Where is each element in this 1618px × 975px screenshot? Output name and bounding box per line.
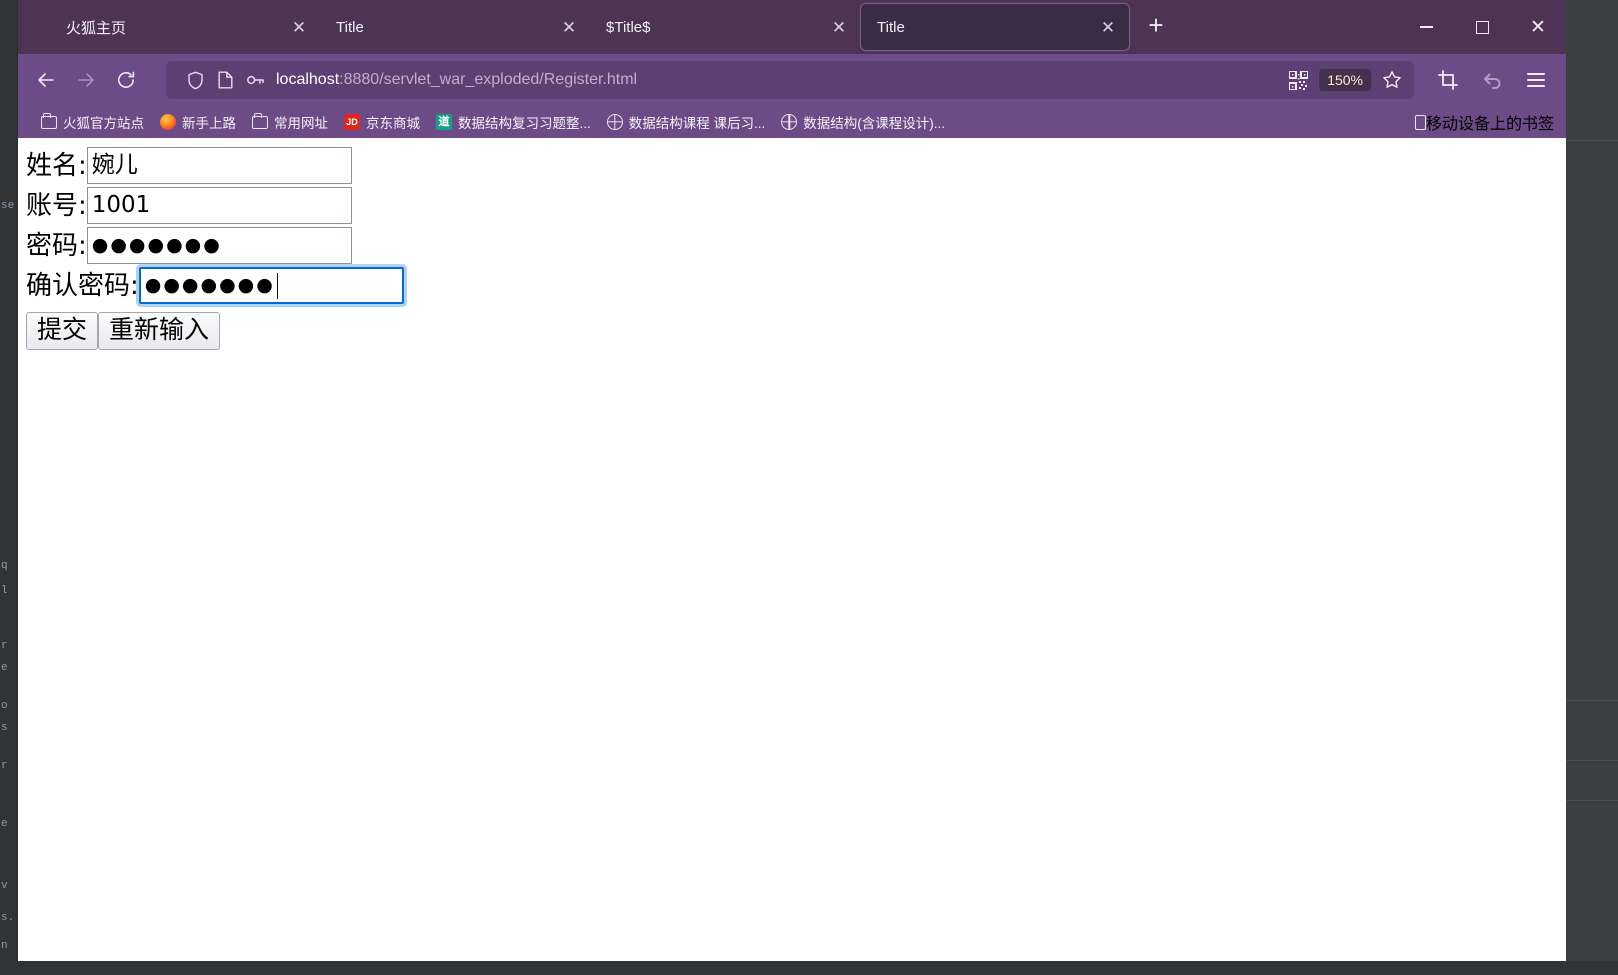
bookmark-label: 新手上路	[182, 116, 236, 131]
globe-icon	[606, 114, 623, 130]
url-text[interactable]: localhost:8880/servlet_war_exploded/Regi…	[276, 71, 1282, 89]
background-taskbar	[0, 961, 1618, 975]
background-ide-right-sliver	[1566, 0, 1618, 975]
phone-icon	[1414, 114, 1426, 130]
tab-firefox-home[interactable]: 火狐主页 ✕	[50, 3, 320, 51]
bookmark-label: 数据结构课程 课后习...	[628, 116, 766, 131]
bookmark-label: 数据结构复习习题整...	[458, 116, 591, 131]
minimize-icon	[1419, 26, 1433, 28]
close-icon[interactable]: ✕	[826, 14, 852, 40]
maximize-button[interactable]	[1454, 0, 1510, 54]
firefox-icon	[160, 114, 176, 130]
bookmark-item-beginner-guide[interactable]: 新手上路	[153, 109, 243, 135]
url-bar[interactable]: localhost:8880/servlet_war_exploded/Regi…	[166, 61, 1414, 99]
page-content: 姓名: 婉儿 账号: 1001 密码: ●●●●●●● 确认密码: ●●●●●●…	[18, 138, 1566, 961]
tab-title: Title	[336, 18, 364, 36]
tab-title: Title	[877, 18, 905, 36]
close-window-button[interactable]: ✕	[1510, 0, 1566, 54]
close-icon[interactable]: ✕	[1095, 14, 1121, 40]
mobile-bookmarks-folder[interactable]: 移动设备上的书签	[1414, 110, 1554, 134]
browser-window: 火狐主页 ✕ Title ✕ $Title$ ✕ Title ✕ + ✕ loc…	[18, 0, 1566, 961]
dao-icon: 道	[436, 114, 452, 130]
undo-button[interactable]	[1470, 62, 1514, 98]
bookmark-item-ds-course[interactable]: 数据结构课程 课后习...	[600, 109, 773, 135]
tab-title-1[interactable]: Title ✕	[320, 3, 590, 51]
jd-icon: JD	[344, 114, 360, 130]
tab-title-active[interactable]: Title ✕	[860, 3, 1130, 51]
background-ide-left-sliver: se q l r e o s r e v s. n	[0, 0, 18, 975]
new-tab-button[interactable]: +	[1136, 5, 1176, 45]
maximize-icon	[1475, 20, 1489, 34]
zoom-level-badge[interactable]: 150%	[1319, 69, 1371, 91]
url-path: :8880/servlet_war_exploded/Register.html	[339, 71, 638, 88]
tab-title: $Title$	[606, 18, 651, 36]
confirm-password-input[interactable]: ●●●●●●●	[138, 267, 404, 304]
qr-code-icon[interactable]	[1282, 65, 1314, 95]
bookmark-item-common-sites[interactable]: 常用网址	[245, 109, 335, 135]
form-row-name: 姓名: 婉儿	[26, 146, 1566, 185]
tab-title: 火狐主页	[66, 19, 127, 37]
forward-button[interactable]	[66, 62, 106, 98]
name-input[interactable]: 婉儿	[86, 147, 352, 184]
lock-key-icon[interactable]	[240, 65, 270, 95]
close-icon: ✕	[1530, 16, 1546, 38]
bookmark-label: 移动设备上的书签	[1425, 116, 1554, 133]
desktop-background: se q l r e o s r e v s. n 火狐主页 ✕ Title ✕…	[0, 0, 1618, 975]
form-row-account: 账号: 1001	[26, 186, 1566, 225]
reset-button[interactable]: 重新输入	[98, 312, 221, 350]
password-input[interactable]: ●●●●●●●	[86, 227, 352, 264]
reload-icon	[118, 71, 135, 88]
back-button[interactable]	[26, 62, 66, 98]
folder-icon	[252, 113, 268, 129]
bookmark-label: 火狐官方站点	[63, 116, 144, 131]
toolbar-extras	[1426, 62, 1558, 98]
text-caret	[276, 272, 279, 299]
form-row-password: 密码: ●●●●●●●	[26, 226, 1566, 265]
forward-arrow-icon	[78, 73, 94, 87]
bookmarks-toolbar: 火狐官方站点 新手上路 常用网址 JD 京东商城 道 数据结构复习习题整... …	[18, 106, 1566, 138]
form-buttons: 提交 重新输入	[26, 312, 1566, 350]
minimize-button[interactable]	[1398, 0, 1454, 54]
back-arrow-icon	[38, 73, 54, 87]
submit-button[interactable]: 提交	[26, 312, 99, 350]
shield-icon[interactable]	[180, 65, 210, 95]
navigation-toolbar: localhost:8880/servlet_war_exploded/Regi…	[18, 54, 1566, 106]
tab-strip: 火狐主页 ✕ Title ✕ $Title$ ✕ Title ✕ + ✕	[18, 0, 1566, 54]
bookmark-item-ds-design[interactable]: 数据结构(含课程设计)...	[774, 109, 952, 135]
app-menu-button[interactable]	[1514, 62, 1558, 98]
account-label: 账号:	[26, 190, 87, 221]
page-info-icon[interactable]	[210, 65, 240, 95]
globe-icon	[781, 114, 798, 130]
url-host: localhost	[276, 71, 340, 88]
bookmark-label: 京东商城	[366, 116, 420, 131]
confirm-password-dots: ●●●●●●●	[144, 274, 275, 296]
window-controls: ✕	[1398, 0, 1566, 54]
password-dots: ●●●●●●●	[91, 234, 222, 256]
bookmark-item-jd[interactable]: JD 京东商城	[337, 109, 427, 135]
close-icon[interactable]: ✕	[286, 14, 312, 40]
confirm-password-label: 确认密码:	[26, 270, 139, 301]
bookmark-item-firefox-official[interactable]: 火狐官方站点	[34, 109, 151, 135]
account-input[interactable]: 1001	[86, 187, 352, 224]
screenshot-crop-button[interactable]	[1426, 62, 1470, 98]
tab-list: 火狐主页 ✕ Title ✕ $Title$ ✕ Title ✕ +	[18, 0, 1176, 54]
password-label: 密码:	[26, 230, 87, 261]
name-label: 姓名:	[26, 150, 87, 181]
folder-icon	[41, 113, 57, 129]
url-bar-actions: 150%	[1282, 65, 1408, 95]
bookmark-label: 常用网址	[274, 116, 328, 131]
form-row-confirm-password: 确认密码: ●●●●●●●	[26, 266, 1566, 305]
bookmark-item-ds-review[interactable]: 道 数据结构复习习题整...	[429, 109, 598, 135]
bookmark-star-icon[interactable]	[1376, 65, 1408, 95]
tab-title-placeholder[interactable]: $Title$ ✕	[590, 3, 860, 51]
bookmark-label: 数据结构(含课程设计)...	[803, 116, 946, 131]
reload-button[interactable]	[106, 62, 146, 98]
close-icon[interactable]: ✕	[556, 14, 582, 40]
